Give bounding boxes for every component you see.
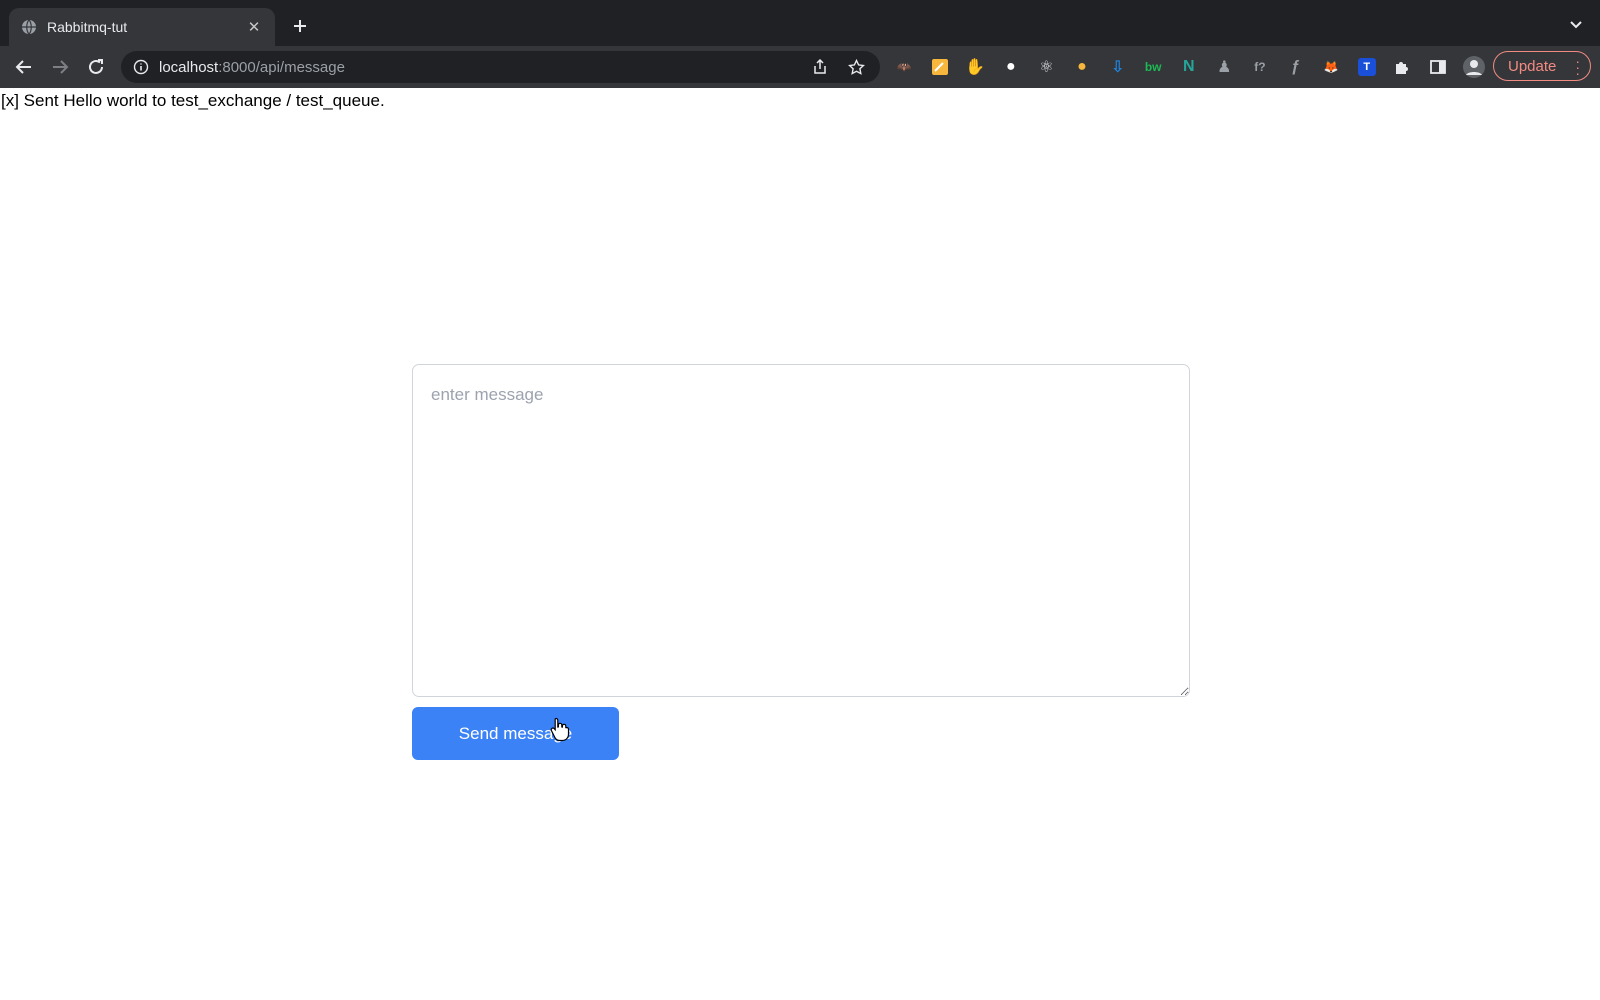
tab-title: Rabbitmq-tut xyxy=(47,19,128,35)
forward-icon[interactable] xyxy=(45,52,75,82)
extension-bat-icon[interactable]: 🦇 xyxy=(892,55,916,79)
extension-fox-icon[interactable]: 🦊 xyxy=(1319,55,1343,79)
extension-t-icon[interactable]: T xyxy=(1355,55,1379,79)
address-bar[interactable]: localhost:8000/api/message xyxy=(121,51,880,83)
extension-react-icon[interactable]: ⚛ xyxy=(1034,55,1058,79)
browser-tab[interactable]: Rabbitmq-tut ✕ xyxy=(9,8,275,46)
extension-chess-icon[interactable]: ♟ xyxy=(1212,55,1236,79)
message-textarea[interactable] xyxy=(412,364,1190,697)
reload-icon[interactable] xyxy=(81,52,111,82)
extension-stop-hand-icon[interactable]: ✋ xyxy=(963,55,987,79)
chevron-down-icon[interactable] xyxy=(1568,16,1584,32)
extension-notes-icon[interactable] xyxy=(928,55,952,79)
bookmark-star-icon[interactable] xyxy=(844,55,868,79)
share-icon[interactable] xyxy=(808,55,832,79)
extension-n-icon[interactable]: N xyxy=(1177,55,1201,79)
profile-avatar-icon[interactable] xyxy=(1462,55,1486,79)
extension-bw-icon[interactable]: bw xyxy=(1141,55,1165,79)
globe-icon xyxy=(21,19,37,35)
browser-chrome: Rabbitmq-tut ✕ localhost:8000/api/messag… xyxy=(0,0,1600,88)
send-message-button[interactable]: Send message xyxy=(412,707,619,760)
close-tab-icon[interactable]: ✕ xyxy=(245,18,263,36)
more-menu-icon[interactable]: · · · xyxy=(1575,54,1580,80)
new-tab-icon[interactable] xyxy=(287,13,313,39)
extensions-puzzle-icon[interactable] xyxy=(1390,55,1414,79)
address-url[interactable]: localhost:8000/api/message xyxy=(159,59,796,76)
extension-download-icon[interactable]: ⇩ xyxy=(1106,55,1130,79)
status-message: [x] Sent Hello world to test_exchange / … xyxy=(1,91,385,110)
extension-sun-icon[interactable]: ● xyxy=(1070,55,1094,79)
extension-circle-icon[interactable]: ● xyxy=(999,55,1023,79)
extension-formula-icon[interactable]: f? xyxy=(1248,55,1272,79)
browser-toolbar: localhost:8000/api/message 🦇 ✋ ● ⚛ ● ⇩ bw N ♟ f? ƒ… xyxy=(0,46,1600,88)
address-path: :8000/api/message xyxy=(218,58,345,76)
side-panel-icon[interactable] xyxy=(1426,55,1450,79)
update-label: Update xyxy=(1508,57,1557,75)
extension-feather-icon[interactable]: ƒ xyxy=(1284,55,1308,79)
extensions-row: 🦇 ✋ ● ⚛ ● ⇩ bw N ♟ f? ƒ 🦊 T xyxy=(892,55,1497,79)
update-button[interactable]: Update · · · xyxy=(1493,51,1591,81)
back-icon[interactable] xyxy=(9,52,39,82)
info-icon[interactable] xyxy=(133,59,149,75)
tab-strip: Rabbitmq-tut ✕ xyxy=(0,0,1600,46)
address-host: localhost xyxy=(159,58,219,76)
